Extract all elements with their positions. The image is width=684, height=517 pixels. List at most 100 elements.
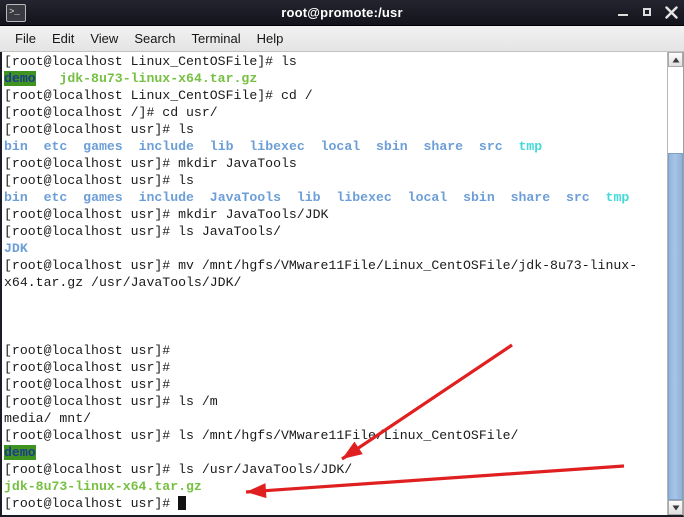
terminal-line: [root@localhost usr]# [4, 495, 667, 512]
scroll-down-arrow-icon [672, 505, 680, 511]
terminal-text-plain: [root@localhost usr]# ls /m [4, 394, 218, 409]
terminal-text-plain [495, 190, 511, 205]
terminal-text-dir: bin [4, 139, 28, 154]
terminal-line: demo [4, 444, 667, 461]
terminal-line: [root@localhost usr]# mkdir JavaTools/JD… [4, 206, 667, 223]
terminal-text-plain [36, 71, 60, 86]
terminal-scrollbar[interactable] [667, 52, 683, 515]
terminal-text-plain: media/ mnt/ [4, 411, 92, 426]
terminal-text-plain [281, 190, 297, 205]
terminal-text-plain: [root@localhost Linux_CentOSFile]# ls [4, 54, 297, 69]
terminal-text-plain [550, 190, 566, 205]
window-controls [617, 6, 678, 19]
terminal-text-plain [28, 190, 44, 205]
close-button[interactable] [665, 6, 678, 19]
terminal-line: [root@localhost usr]# [4, 342, 667, 359]
terminal-text-dir: lib [296, 190, 321, 205]
terminal-output[interactable]: [root@localhost Linux_CentOSFile]# ls dem… [2, 52, 667, 515]
terminal-text-plain: [root@localhost usr]# [4, 343, 179, 358]
window-titlebar: root@promote:/usr [0, 0, 684, 26]
menu-item-search[interactable]: Search [126, 29, 183, 48]
terminal-text-archive: jdk-8u73-linux-x64.tar.gz [59, 71, 258, 86]
terminal-text-dir: JavaTools [209, 190, 282, 205]
terminal-line: [root@localhost usr]# ls JavaTools/ [4, 223, 667, 240]
scroll-up-arrow-icon [672, 57, 680, 63]
terminal-text-plain: [root@localhost usr]# mv /mnt/hgfs/VMwar… [4, 258, 638, 273]
menu-item-view[interactable]: View [82, 29, 126, 48]
terminal-text-dir: local [320, 139, 361, 154]
terminal-text-plain [123, 139, 139, 154]
terminal-text-plain: [root@localhost usr]# mkdir JavaTools [4, 156, 297, 171]
terminal-text-plain [503, 139, 519, 154]
terminal-text-dir: bin [4, 190, 28, 205]
terminal-line: jdk-8u73-linux-x64.tar.gz [4, 478, 667, 495]
terminal-line: demo jdk-8u73-linux-x64.tar.gz [4, 70, 667, 87]
menu-item-edit[interactable]: Edit [44, 29, 82, 48]
terminal-text-plain: [root@localhost usr]# [4, 377, 179, 392]
terminal-text-archive: jdk-8u73-linux-x64.tar.gz [4, 479, 202, 494]
terminal-text-dir: src [478, 139, 503, 154]
terminal-text-plain: [root@localhost usr]# ls [4, 173, 194, 188]
scroll-down-button[interactable] [668, 500, 683, 515]
terminal-text-dir: share [510, 190, 551, 205]
terminal-text-plain [234, 139, 250, 154]
terminal-text-sticky: demo [4, 445, 36, 460]
terminal-window: root@promote:/usr File Edit View Search … [0, 0, 684, 517]
terminal-line: [root@localhost usr]# [4, 359, 667, 376]
terminal-text-plain [67, 190, 83, 205]
terminal-text-dir: share [423, 139, 464, 154]
terminal-line: [root@localhost Linux_CentOSFile]# ls [4, 53, 667, 70]
terminal-text-plain: [root@localhost usr]# ls [4, 122, 194, 137]
terminal-text-link: tmp [605, 190, 630, 205]
terminal-text-plain [194, 139, 210, 154]
terminal-text-dir: src [565, 190, 590, 205]
terminal-text-dir: games [83, 190, 123, 205]
terminal-line: [root@localhost usr]# ls /m [4, 393, 667, 410]
terminal-text-plain: [root@localhost usr]# [4, 496, 179, 511]
terminal-text-plain: [root@localhost usr]# ls /mnt/hgfs/VMwar… [4, 428, 519, 443]
scrollbar-track-upper[interactable] [668, 67, 683, 154]
terminal-text-dir: sbin [376, 139, 408, 154]
terminal-line: [root@localhost usr]# ls [4, 121, 667, 138]
terminal-icon [6, 3, 26, 22]
terminal-text-dir: lib [209, 139, 234, 154]
minimize-button[interactable] [617, 6, 630, 19]
terminal-line: [root@localhost usr]# mv /mnt/hgfs/VMwar… [4, 257, 667, 274]
terminal-text-plain [28, 139, 44, 154]
scrollbar-track[interactable] [668, 67, 683, 500]
terminal-text-plain [463, 139, 479, 154]
menu-bar: File Edit View Search Terminal Help [0, 26, 684, 52]
terminal-text-dir: JDK [4, 241, 28, 256]
terminal-text-plain [408, 139, 424, 154]
terminal-text-plain: [root@localhost usr]# [4, 360, 179, 375]
terminal-text-dir: etc [43, 139, 68, 154]
menu-item-terminal[interactable]: Terminal [184, 29, 249, 48]
menu-item-file[interactable]: File [7, 29, 44, 48]
terminal-text-plain: [root@localhost usr]# ls /usr/JavaTools/… [4, 462, 353, 477]
terminal-line: [root@localhost usr]# ls [4, 172, 667, 189]
terminal-text-plain: [root@localhost /]# cd usr/ [4, 105, 218, 120]
terminal-text-dir: sbin [463, 190, 495, 205]
terminal-text-dir: include [138, 139, 194, 154]
menu-item-help[interactable]: Help [249, 29, 292, 48]
terminal-text-plain [123, 190, 139, 205]
terminal-line: bin etc games include JavaTools lib libe… [4, 189, 667, 206]
terminal-text-plain: [root@localhost Linux_CentOSFile]# cd / [4, 88, 313, 103]
terminal-text-dir: local [407, 190, 448, 205]
terminal-text-dir: libexec [336, 190, 392, 205]
scroll-up-button[interactable] [668, 52, 683, 67]
scrollbar-thumb[interactable] [668, 153, 683, 500]
terminal-line: x64.tar.gz /usr/JavaTools/JDK/ [4, 274, 667, 291]
terminal-line: [root@localhost usr]# ls /usr/JavaTools/… [4, 461, 667, 478]
terminal-text-plain [590, 190, 606, 205]
maximize-button[interactable] [641, 6, 654, 19]
terminal-line: [root@localhost usr]# ls /mnt/hgfs/VMwar… [4, 427, 667, 444]
terminal-text-link: tmp [518, 139, 543, 154]
terminal-line: JDK [4, 240, 667, 257]
terminal-text-plain [447, 190, 463, 205]
terminal-line: [root@localhost usr]# [4, 376, 667, 393]
terminal-text-dir: etc [43, 190, 68, 205]
terminal-text-sticky: demo [4, 71, 36, 86]
